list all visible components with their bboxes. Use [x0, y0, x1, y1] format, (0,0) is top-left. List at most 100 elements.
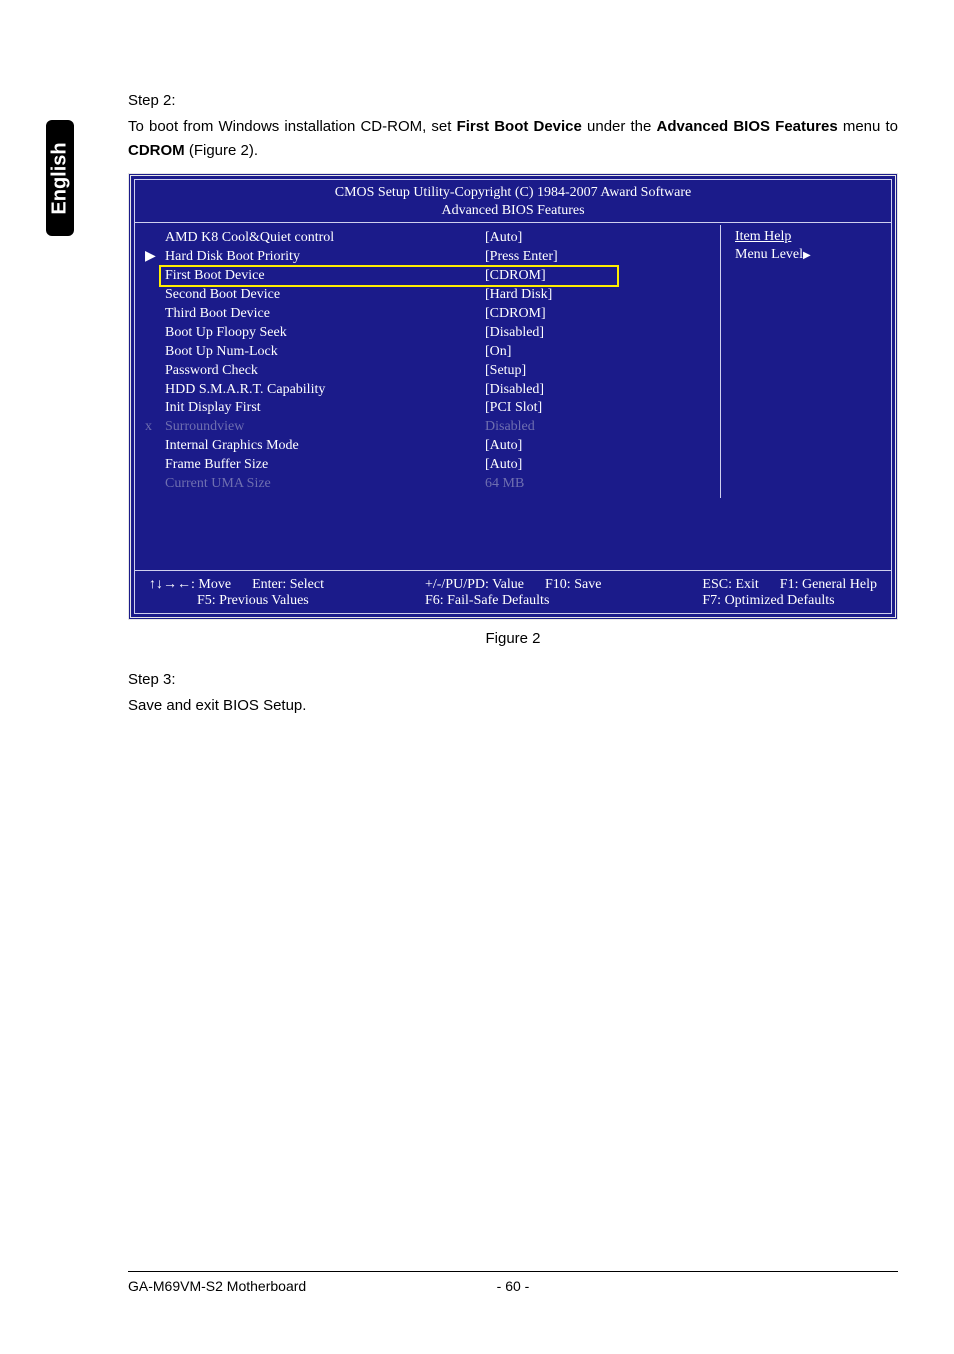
row-label: AMD K8 Cool&Quiet control — [165, 229, 445, 248]
bios-setting-row: Frame Buffer Size[Auto] — [145, 456, 718, 475]
row-value: Disabled — [445, 418, 718, 437]
row-marker — [145, 343, 165, 362]
page-footer: GA-M69VM-S2 Motherboard - 60 - — [128, 1271, 898, 1294]
step2-text-1: To boot from Windows installation CD-ROM… — [128, 118, 457, 135]
row-value: [Disabled] — [445, 381, 718, 400]
bios-body: AMD K8 Cool&Quiet control[Auto]▶Hard Dis… — [141, 225, 885, 497]
bios-setting-row: Second Boot Device[Hard Disk] — [145, 286, 718, 305]
row-marker — [145, 399, 165, 418]
bios-setting-row: Current UMA Size64 MB — [145, 475, 718, 494]
foot-optimized: F7: Optimized Defaults — [702, 593, 834, 608]
row-label: Boot Up Floopy Seek — [165, 324, 445, 343]
bios-setting-row: First Boot Device[CDROM] — [145, 267, 718, 286]
bios-setting-row: Boot Up Floopy Seek[Disabled] — [145, 324, 718, 343]
language-tab: English — [46, 120, 74, 236]
step-3-label: Step 3: — [128, 671, 898, 688]
bios-divider — [135, 222, 891, 223]
bios-setting-row: Third Boot Device[CDROM] — [145, 305, 718, 324]
footer-left: GA-M69VM-S2 Motherboard — [128, 1278, 306, 1294]
row-value: [Press Enter] — [445, 248, 718, 267]
row-label: Current UMA Size — [165, 475, 445, 494]
bios-foot-col2: +/-/PU/PD: Value F10: Save F6: Fail-Safe… — [425, 577, 601, 609]
row-marker — [145, 267, 165, 286]
row-label: Boot Up Num-Lock — [165, 343, 445, 362]
help-title: Item Help — [735, 229, 885, 245]
help-level-text: Menu Level — [735, 247, 803, 262]
row-marker — [145, 286, 165, 305]
foot-prev: F5: Previous Values — [149, 593, 309, 608]
step2-bold-2: Advanced BIOS Features — [657, 118, 838, 135]
bios-divider-2 — [135, 570, 891, 571]
row-label: First Boot Device — [165, 267, 445, 286]
row-marker — [145, 437, 165, 456]
footer-page: - 60 - — [497, 1278, 530, 1294]
row-value: [PCI Slot] — [445, 399, 718, 418]
row-label: Second Boot Device — [165, 286, 445, 305]
figure-caption: Figure 2 — [128, 630, 898, 647]
bios-title-line1: CMOS Setup Utility-Copyright (C) 1984-20… — [141, 184, 885, 202]
row-label: Init Display First — [165, 399, 445, 418]
row-label: Third Boot Device — [165, 305, 445, 324]
foot-help: F1: General Help — [780, 577, 877, 592]
row-marker — [145, 229, 165, 248]
row-value: [Auto] — [445, 456, 718, 475]
step2-bold-1: First Boot Device — [457, 118, 582, 135]
foot-exit: ESC: Exit — [702, 577, 758, 592]
row-label: Frame Buffer Size — [165, 456, 445, 475]
bios-settings-list: AMD K8 Cool&Quiet control[Auto]▶Hard Dis… — [141, 225, 720, 497]
bios-setting-row: Password Check[Setup] — [145, 362, 718, 381]
bios-help-panel: Item Help Menu Level▶ — [720, 225, 885, 497]
bios-setting-row: Init Display First[PCI Slot] — [145, 399, 718, 418]
foot-failsafe: F6: Fail-Safe Defaults — [425, 593, 549, 608]
step2-text-4: (Figure 2). — [185, 142, 258, 159]
bios-setting-row: AMD K8 Cool&Quiet control[Auto] — [145, 229, 718, 248]
step-2-body: To boot from Windows installation CD-ROM… — [128, 115, 898, 163]
help-level: Menu Level▶ — [735, 247, 885, 263]
page-content: Step 2: To boot from Windows installatio… — [128, 92, 898, 728]
bios-title-line2: Advanced BIOS Features — [141, 202, 885, 220]
bios-inner: CMOS Setup Utility-Copyright (C) 1984-20… — [134, 179, 892, 614]
row-value: [CDROM] — [445, 305, 718, 324]
row-label: Surroundview — [165, 418, 445, 437]
bios-foot-col1: ↑↓→←: Move Enter: Select F5: Previous Va… — [149, 577, 324, 609]
row-value: [CDROM] — [445, 267, 718, 286]
bios-title: CMOS Setup Utility-Copyright (C) 1984-20… — [141, 184, 885, 220]
bios-screenshot: CMOS Setup Utility-Copyright (C) 1984-20… — [128, 173, 898, 620]
row-label: Internal Graphics Mode — [165, 437, 445, 456]
step2-text-2: under the — [582, 118, 657, 135]
bios-setting-row: Internal Graphics Mode[Auto] — [145, 437, 718, 456]
row-marker — [145, 305, 165, 324]
foot-select: Enter: Select — [252, 577, 324, 592]
bios-setting-row: ▶Hard Disk Boot Priority[Press Enter] — [145, 248, 718, 267]
row-marker: ▶ — [145, 248, 165, 267]
row-marker — [145, 456, 165, 475]
row-label: HDD S.M.A.R.T. Capability — [165, 381, 445, 400]
row-marker — [145, 362, 165, 381]
row-value: 64 MB — [445, 475, 718, 494]
step2-bold-3: CDROM — [128, 142, 185, 159]
step-2-label: Step 2: — [128, 92, 898, 109]
bios-foot-col3: ESC: Exit F1: General Help F7: Optimized… — [702, 577, 877, 609]
row-value: [Auto] — [445, 229, 718, 248]
foot-move: ↑↓→←: Move — [149, 577, 231, 592]
row-value: [Disabled] — [445, 324, 718, 343]
language-tab-label: English — [49, 142, 72, 214]
foot-save: F10: Save — [545, 577, 601, 592]
row-marker — [145, 324, 165, 343]
bios-spacer — [141, 498, 885, 568]
row-label: Hard Disk Boot Priority — [165, 248, 445, 267]
bios-footer: ↑↓→←: Move Enter: Select F5: Previous Va… — [141, 573, 885, 611]
bios-setting-row: Boot Up Num-Lock[On] — [145, 343, 718, 362]
bios-setting-row: HDD S.M.A.R.T. Capability[Disabled] — [145, 381, 718, 400]
row-value: [Setup] — [445, 362, 718, 381]
row-marker: x — [145, 418, 165, 437]
row-value: [Auto] — [445, 437, 718, 456]
foot-value: +/-/PU/PD: Value — [425, 577, 524, 592]
chevron-right-icon: ▶ — [803, 250, 811, 261]
step-3-body: Save and exit BIOS Setup. — [128, 694, 898, 718]
row-value: [Hard Disk] — [445, 286, 718, 305]
row-label: Password Check — [165, 362, 445, 381]
step2-text-3: menu to — [838, 118, 898, 135]
row-marker — [145, 381, 165, 400]
row-value: [On] — [445, 343, 718, 362]
